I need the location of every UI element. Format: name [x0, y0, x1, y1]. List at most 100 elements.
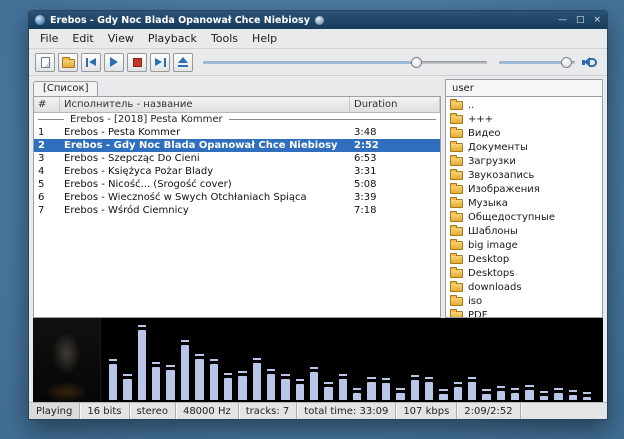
- play-icon: [110, 57, 118, 67]
- status-segment: total time: 33:09: [297, 403, 396, 419]
- file-item[interactable]: Шаблоны: [446, 224, 602, 238]
- status-segment: stereo: [130, 403, 176, 419]
- playlist-group-header: Erebos - [2018] Pesta Kommer: [34, 113, 440, 126]
- track-number: 3: [34, 153, 60, 164]
- play-button[interactable]: [104, 53, 124, 72]
- menu-file[interactable]: File: [33, 30, 65, 47]
- folder-icon: [450, 269, 463, 278]
- file-item[interactable]: downloads: [446, 280, 602, 294]
- title-bar[interactable]: Erebos - Gdy Noc Blada Opanował Chce Nie…: [29, 11, 607, 29]
- playlist-row[interactable]: 1Erebos - Pesta Kommer3:48: [34, 126, 440, 139]
- spectrum-bar: [497, 391, 505, 400]
- file-item[interactable]: PDF: [446, 308, 602, 318]
- menu-help[interactable]: Help: [245, 30, 284, 47]
- spectrum-bar: [425, 382, 433, 401]
- add-file-button[interactable]: [35, 53, 55, 72]
- seek-slider[interactable]: [203, 55, 487, 69]
- file-browser: ..+++ВидеоДокументыЗагрузкиЗвукозаписьИз…: [445, 96, 603, 318]
- spectrum-bar: [382, 383, 390, 400]
- playlist-row[interactable]: 5Erebos - Nicość... (Srogość cover)5:08: [34, 178, 440, 191]
- track-duration: 2:52: [350, 140, 440, 151]
- folder-icon: [450, 255, 463, 264]
- minimize-button[interactable]: —: [558, 16, 567, 25]
- eject-button[interactable]: [173, 53, 193, 72]
- folder-icon: [450, 297, 463, 306]
- playlist-body: Erebos - [2018] Pesta Kommer1Erebos - Pe…: [34, 113, 440, 317]
- file-item[interactable]: Desktop: [446, 252, 602, 266]
- volume-slider[interactable]: [499, 55, 575, 69]
- spectrum-bar: [310, 372, 318, 400]
- track-title: Erebos - Szepcząc Do Cieni: [60, 153, 350, 164]
- file-item[interactable]: big image: [446, 238, 602, 252]
- track-duration: 3:48: [350, 127, 440, 138]
- file-item[interactable]: Видео: [446, 126, 602, 140]
- folder-icon: [450, 213, 463, 222]
- file-item[interactable]: Desktops: [446, 266, 602, 280]
- spectrum-bar: [253, 363, 261, 400]
- spectrum-bar: [439, 394, 447, 400]
- open-folder-button[interactable]: [58, 53, 78, 72]
- spectrum-bar: [152, 367, 160, 400]
- next-button[interactable]: [150, 53, 170, 72]
- file-item[interactable]: Загрузки: [446, 154, 602, 168]
- group-label: Erebos - [2018] Pesta Kommer: [70, 114, 223, 125]
- playlist-row[interactable]: 6Erebos - Wieczność w Swych Otchłaniach …: [34, 191, 440, 204]
- file-browser-location[interactable]: user: [445, 79, 603, 96]
- folder-icon: [450, 199, 463, 208]
- group-line: [38, 119, 64, 120]
- menu-edit[interactable]: Edit: [65, 30, 100, 47]
- playlist-row[interactable]: 3Erebos - Szepcząc Do Cieni6:53: [34, 152, 440, 165]
- status-segment: Playing: [29, 403, 80, 419]
- playlist-tab[interactable]: [Список]: [33, 81, 98, 96]
- column-header-2[interactable]: Duration: [350, 97, 440, 112]
- previous-button[interactable]: [81, 53, 101, 72]
- open-folder-icon: [62, 59, 75, 68]
- close-button[interactable]: ×: [593, 16, 601, 25]
- track-title: Erebos - Gdy Noc Blada Opanował Chce Nie…: [60, 140, 350, 151]
- menu-tools[interactable]: Tools: [204, 30, 245, 47]
- folder-name: Desktop: [468, 254, 509, 265]
- file-item[interactable]: Общедоступные: [446, 210, 602, 224]
- status-segment: 48000 Hz: [176, 403, 239, 419]
- toolbar: [29, 49, 607, 76]
- spectrum-bar: [166, 370, 174, 400]
- eject-icon: [178, 57, 188, 67]
- file-item[interactable]: Звукозапись: [446, 168, 602, 182]
- column-header-1[interactable]: Исполнитель - название: [60, 97, 350, 112]
- seek-thumb[interactable]: [411, 57, 422, 68]
- spectrum-bar: [324, 387, 332, 400]
- spectrum-bar: [267, 374, 275, 400]
- add-file-icon: [41, 57, 50, 68]
- file-item[interactable]: iso: [446, 294, 602, 308]
- column-header-0[interactable]: #: [34, 97, 60, 112]
- track-duration: 6:53: [350, 153, 440, 164]
- file-item[interactable]: Изображения: [446, 182, 602, 196]
- file-item[interactable]: ..: [446, 98, 602, 112]
- folder-icon: [450, 283, 463, 292]
- menu-view[interactable]: View: [101, 30, 141, 47]
- file-item[interactable]: +++: [446, 112, 602, 126]
- maximize-button[interactable]: □: [576, 16, 585, 25]
- folder-icon: [450, 129, 463, 138]
- app-icon: [35, 15, 45, 25]
- spectrum-bar: [554, 393, 562, 400]
- playlist-row[interactable]: 7Erebos - Wśród Ciemnicy7:18: [34, 204, 440, 217]
- folder-name: ..: [468, 100, 474, 111]
- spectrum-bar: [583, 397, 591, 400]
- folder-icon: [450, 157, 463, 166]
- menu-playback[interactable]: Playback: [141, 30, 204, 47]
- folder-icon: [450, 311, 463, 319]
- status-segment: tracks: 7: [239, 403, 298, 419]
- playlist-row[interactable]: 2Erebos - Gdy Noc Blada Opanował Chce Ni…: [34, 139, 440, 152]
- spectrum-bar: [482, 394, 490, 400]
- volume-thumb[interactable]: [561, 57, 572, 68]
- stop-button[interactable]: [127, 53, 147, 72]
- file-item[interactable]: Музыка: [446, 196, 602, 210]
- folder-icon: [450, 143, 463, 152]
- spectrum-bar: [123, 379, 131, 400]
- folder-name: Музыка: [468, 198, 508, 209]
- playlist-row[interactable]: 4Erebos - Księżyca Pożar Blady3:31: [34, 165, 440, 178]
- spectrum-bar: [468, 382, 476, 401]
- file-item[interactable]: Документы: [446, 140, 602, 154]
- playlist-tabstrip: [Список]: [33, 79, 441, 96]
